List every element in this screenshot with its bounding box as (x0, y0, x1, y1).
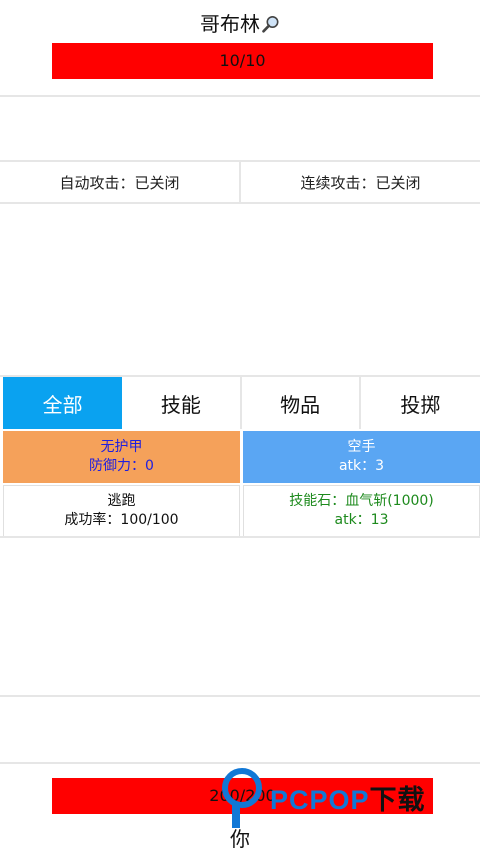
watermark-p-stem (232, 802, 240, 828)
action-tabs: 全部 技能 物品 投掷 (3, 377, 480, 429)
divider (0, 95, 480, 97)
weapon-name: 空手 (347, 439, 376, 455)
auto-attack-toggle[interactable]: 自动攻击：已关闭 (0, 162, 241, 202)
weapon-atk: atk：3 (338, 458, 385, 474)
watermark-logo: PCPOP下载 (222, 762, 467, 832)
armor-card[interactable]: 无护甲 防御力：0 (3, 431, 240, 483)
flee-success-rate: 成功率：100/100 (64, 512, 179, 528)
watermark-text: PCPOP下载 (270, 778, 426, 817)
divider (0, 202, 480, 204)
action-grid: 无护甲 防御力：0 空手 atk：3 逃跑 成功率：100/100 技能石：血气… (3, 431, 480, 537)
enemy-hp-bar: 10/10 (52, 43, 433, 79)
tab-all[interactable]: 全部 (3, 377, 123, 429)
enemy-title: 哥布林 (0, 8, 480, 37)
watermark-p-icon (222, 768, 262, 808)
armor-defense: 防御力：0 (89, 458, 154, 474)
tab-items[interactable]: 物品 (242, 377, 361, 429)
continuous-attack-toggle[interactable]: 连续攻击：已关闭 (241, 162, 480, 202)
enemy-panel: 哥布林 10/10 (0, 0, 480, 95)
magnifier-icon[interactable] (262, 14, 280, 33)
skill-stone-atk: atk：13 (334, 512, 389, 528)
enemy-hp-text: 10/10 (219, 51, 266, 70)
watermark-suffix: 下载 (369, 785, 426, 815)
battle-screen: 哥布林 10/10 自动攻击：已关闭 连续攻击：已关闭 全部 技能 物品 投掷 … (0, 0, 480, 853)
enemy-name: 哥布林 (200, 12, 260, 36)
weapon-card[interactable]: 空手 atk：3 (243, 431, 480, 483)
tab-skills[interactable]: 技能 (122, 377, 242, 429)
divider (0, 695, 480, 697)
flee-label: 逃跑 (107, 493, 136, 509)
flee-button[interactable]: 逃跑 成功率：100/100 (3, 485, 240, 537)
armor-name: 无护甲 (100, 439, 143, 455)
attack-toggles: 自动攻击：已关闭 连续攻击：已关闭 (0, 162, 480, 202)
divider (0, 536, 480, 538)
skill-stone-name: 技能石：血气斩(1000) (289, 493, 434, 509)
tab-throw[interactable]: 投掷 (361, 377, 480, 429)
watermark-brand: PCPOP (270, 785, 370, 815)
skill-stone-card[interactable]: 技能石：血气斩(1000) atk：13 (243, 485, 480, 537)
